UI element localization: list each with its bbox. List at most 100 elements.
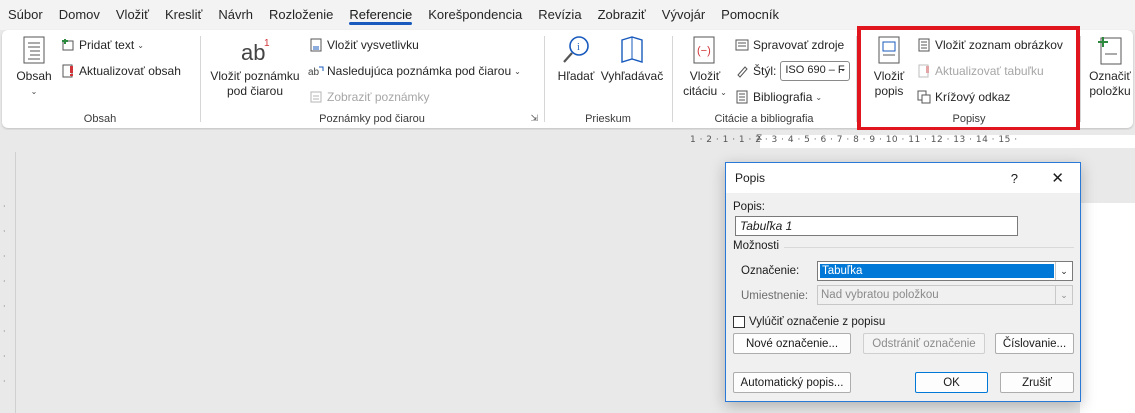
help-icon[interactable]: ? (1011, 171, 1018, 186)
oznacit-polozku-button[interactable]: Označiť položku (1086, 34, 1133, 99)
popis-label-text: Popis: (733, 201, 765, 213)
vyhladavac-button[interactable]: Vyhľadávač (600, 34, 664, 84)
insert-caption-icon (873, 34, 905, 66)
tab-10[interactable]: Vývojár (654, 0, 713, 30)
ruler-tick: · (3, 302, 6, 311)
group-label-prieskum: Prieskum (585, 113, 631, 125)
vyhladavac-label: Vyhľadávač (600, 69, 664, 83)
group-popisy: Vložiť popis Vložiť zoznam obrázkov Aktu… (860, 30, 1078, 128)
tab-7[interactable]: Korešpondencia (420, 0, 530, 30)
ok-button[interactable]: OK (915, 372, 988, 393)
indent-marker-icon[interactable]: ⧖ (756, 132, 762, 143)
zrusit-button[interactable]: Zrušiť (1000, 372, 1074, 393)
vlozit-vysvetlivku-label: Vložiť vysvetlivku (327, 38, 419, 52)
tab-6[interactable]: Referencie (341, 0, 420, 30)
odstranit-oznacenie-button[interactable]: Odstrániť označenie (863, 333, 985, 354)
ruler-tick: · (3, 227, 6, 236)
tab-2[interactable]: Vložiť (108, 0, 157, 30)
search-icon: i (560, 34, 592, 66)
vlozit-popis-label-2: popis (874, 84, 904, 98)
vlozit-poznamku-label-2: pod čiarou (226, 84, 284, 98)
aktualizovat-tabulku-label: Aktualizovať tabuľku (935, 64, 1044, 78)
zobrazit-poznamky-button[interactable]: Zobraziť poznámky (308, 86, 430, 108)
chevron-down-icon: ⌄ (514, 66, 521, 76)
insert-citation-icon: (−) (689, 34, 721, 66)
vlozit-popis-button[interactable]: Vložiť popis (866, 34, 912, 99)
ruler-ticks: 1 · 2 · 1 · 1 · 2 · 3 · 4 · 5 · 6 · 7 · … (690, 135, 1018, 145)
hladat-button[interactable]: i Hľadať (552, 34, 600, 84)
svg-text:(−): (−) (697, 45, 711, 57)
oznacenie-label: Označenie: (741, 265, 800, 277)
moznosti-divider (784, 247, 1074, 248)
add-text-icon (60, 37, 76, 53)
group-label-citacie: Citácie a bibliografia (714, 113, 814, 125)
dialog-launcher-icon[interactable]: ⇲ (530, 113, 538, 124)
vlozit-poznamku-button[interactable]: ab 1 Vložiť poznámku pod čiarou (208, 34, 302, 99)
tab-4[interactable]: Návrh (210, 0, 261, 30)
group-label-poznamky: Poznámky pod čiarou (319, 113, 425, 125)
krizovy-odkaz-label: Krížový odkaz (935, 90, 1011, 104)
oznacenie-value: Tabuľka (820, 264, 1054, 278)
popis-input[interactable]: Tabuľka 1 (735, 216, 1018, 236)
close-icon[interactable]: ✕ (1051, 169, 1064, 187)
vylucit-checkbox[interactable] (733, 316, 745, 328)
popis-dialog: Popis ? ✕ Popis: Tabuľka 1 Možnosti Ozna… (725, 162, 1081, 402)
pridat-text-button[interactable]: Pridať text ⌄ (60, 34, 144, 56)
divider (672, 36, 673, 122)
nove-oznacenie-button[interactable]: Nové označenie... (733, 333, 851, 354)
oznacenie-dropdown[interactable]: Tabuľka ⌄ (817, 261, 1073, 281)
popis-label: Popis: (733, 201, 765, 213)
nasledujuca-poznamka-button[interactable]: ab Nasledujúca poznámka pod čiarou ⌄ (308, 60, 521, 82)
styl-label: Štýl: (753, 64, 777, 78)
tab-1[interactable]: Domov (51, 0, 108, 30)
bibliografia-button[interactable]: Bibliografia ⌄ (734, 86, 822, 108)
automaticky-popis-button[interactable]: Automatický popis... (733, 372, 851, 393)
vlozit-vysvetlivku-button[interactable]: Vložiť vysvetlivku (308, 34, 419, 56)
vertical-ruler[interactable]: · · · · · · · · (0, 152, 16, 413)
divider (856, 36, 857, 122)
aktualizovat-tabulku-button[interactable]: Aktualizovať tabuľku (916, 60, 1044, 82)
manage-sources-icon (734, 37, 750, 53)
tab-8[interactable]: Revízia (530, 0, 589, 30)
oznacit-label-2: položku (1089, 84, 1131, 98)
show-notes-icon (308, 89, 324, 105)
vlozit-zoznam-obrazkov-button[interactable]: Vložiť zoznam obrázkov (916, 34, 1063, 56)
svg-text:ab: ab (308, 67, 320, 78)
umiestnenie-value: Nad vybratou položkou (821, 289, 939, 301)
umiestnenie-dropdown[interactable]: Nad vybratou položkou ⌄ (817, 285, 1073, 305)
group-register: Označiť položku (1082, 30, 1133, 128)
vylucit-label: Vylúčiť označenie z popisu (749, 316, 886, 328)
ribbon-tabs: Súbor Domov Vložiť Kresliť Návrh Rozloženie Re… (0, 0, 1135, 30)
ribbon: Obsah ⌄ Pridať text ⌄ Aktualizovať obsah … (2, 30, 1133, 128)
tab-3[interactable]: Kresliť (157, 0, 210, 30)
tab-0[interactable]: Súbor (0, 0, 51, 30)
divider (1080, 36, 1081, 122)
aktualizovat-obsah-button[interactable]: Aktualizovať obsah (60, 60, 181, 82)
spravovat-zdroje-button[interactable]: Spravovať zdroje (734, 34, 844, 56)
vlozit-citaciu-label-2: citáciu (683, 84, 718, 98)
krizovy-odkaz-button[interactable]: Krížový odkaz (916, 86, 1010, 108)
tab-9[interactable]: Zobraziť (590, 0, 654, 30)
vlozit-citaciu-button[interactable]: (−) Vložiť citáciu ⌄ (680, 34, 730, 100)
svg-text:1: 1 (264, 38, 270, 49)
dialog-titlebar: Popis ? ✕ (726, 163, 1080, 193)
styl-selector[interactable]: Štýl: ISO 690 – F ⌄ (734, 60, 851, 82)
bibliography-icon (734, 89, 750, 105)
styl-value: ISO 690 – F (785, 64, 845, 76)
hladat-label: Hľadať (557, 69, 595, 83)
cislovanie-button[interactable]: Číslovanie... (995, 333, 1074, 354)
ruler-tick: · (3, 252, 6, 261)
footnote-icon: ab 1 (239, 34, 271, 66)
tab-11[interactable]: Pomocník (713, 0, 787, 30)
horizontal-ruler[interactable]: 1 · 2 · 1 · 1 · 2 · 3 · 4 · 5 · 6 · 7 · … (0, 130, 1135, 152)
styl-dropdown[interactable]: ISO 690 – F ⌄ (780, 61, 851, 81)
chevron-down-icon: ⌄ (1055, 262, 1072, 280)
obsah-label: Obsah (16, 69, 52, 83)
obsah-button[interactable]: Obsah ⌄ (14, 34, 54, 99)
update-toc-icon (60, 63, 76, 79)
ruler-tick: · (3, 327, 6, 336)
document-page[interactable] (1080, 203, 1135, 413)
nasledujuca-poznamka-label: Nasledujúca poznámka pod čiarou (327, 64, 512, 78)
tab-5[interactable]: Rozloženie (261, 0, 341, 30)
group-obsah: Obsah ⌄ Pridať text ⌄ Aktualizovať obsah … (2, 30, 198, 128)
